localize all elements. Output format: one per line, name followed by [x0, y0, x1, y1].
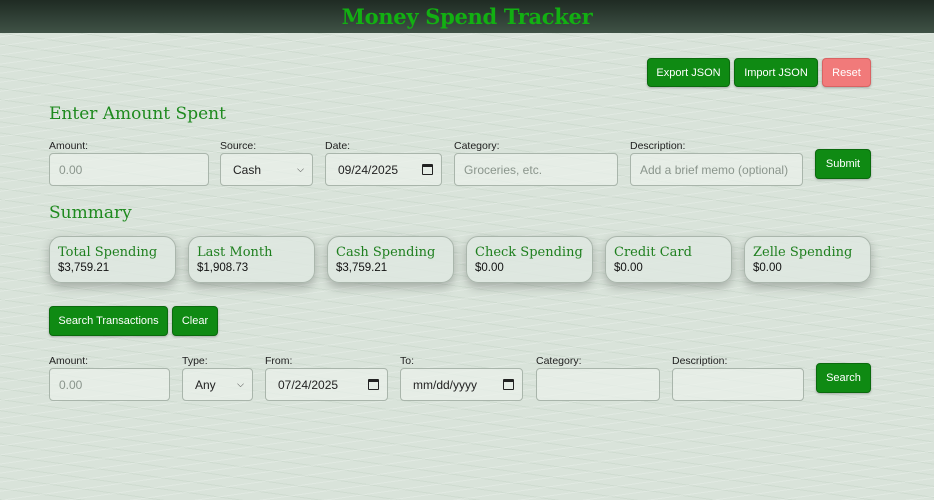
search-from-date-input[interactable]: 07/24/2025 — [265, 368, 388, 401]
summary-card-value: $1,908.73 — [197, 262, 249, 274]
app-header: Money Spend Tracker — [0, 0, 934, 33]
summary-card-title: Cash Spending — [336, 245, 436, 260]
entry-source-select[interactable]: Cash ⌵ — [220, 153, 313, 186]
clear-button[interactable]: Clear — [172, 306, 218, 336]
search-to-value: mm/dd/yyyy — [413, 377, 478, 392]
import-json-button[interactable]: Import JSON — [734, 58, 818, 87]
calendar-icon[interactable] — [368, 379, 379, 390]
search-category-input[interactable] — [536, 368, 660, 401]
search-amount-input[interactable] — [49, 368, 170, 401]
entry-source-label: Source: — [220, 140, 257, 152]
summary-card-last-month: Last Month $1,908.73 — [188, 236, 315, 283]
search-to-date-input[interactable]: mm/dd/yyyy — [400, 368, 523, 401]
search-from-label: From: — [265, 355, 293, 367]
entry-date-value: 09/24/2025 — [338, 162, 399, 177]
summary-card-title: Last Month — [197, 245, 273, 260]
search-to-label: To: — [400, 355, 415, 367]
summary-card-value: $0.00 — [614, 262, 643, 274]
summary-card-value: $0.00 — [753, 262, 782, 274]
summary-card-total-spending: Total Spending $3,759.21 — [49, 236, 176, 283]
summary-card-value: $0.00 — [475, 262, 504, 274]
summary-section-title: Summary — [49, 203, 132, 223]
entry-date-input[interactable]: 09/24/2025 — [325, 153, 442, 186]
entry-amount-label: Amount: — [49, 140, 89, 152]
reset-button[interactable]: Reset — [822, 58, 871, 87]
search-amount-label: Amount: — [49, 355, 89, 367]
search-transactions-button[interactable]: Search Transactions — [49, 306, 168, 336]
submit-button[interactable]: Submit — [815, 149, 871, 179]
summary-card-zelle-spending: Zelle Spending $0.00 — [744, 236, 871, 283]
search-type-select[interactable]: Any ⌵ — [182, 368, 253, 401]
search-type-label: Type: — [182, 355, 208, 367]
summary-card-title: Total Spending — [58, 245, 158, 260]
summary-card-value: $3,759.21 — [336, 262, 388, 274]
entry-amount-input[interactable] — [49, 153, 209, 186]
entry-description-label: Description: — [630, 140, 686, 152]
chevron-down-icon: ⌵ — [297, 164, 304, 174]
search-category-label: Category: — [536, 355, 582, 367]
summary-card-credit-card: Credit Card $0.00 — [605, 236, 732, 283]
search-type-value: Any — [195, 377, 216, 392]
summary-card-value: $3,759.21 — [58, 262, 110, 274]
entry-category-input[interactable] — [454, 153, 618, 186]
summary-card-title: Check Spending — [475, 245, 583, 260]
entry-category-label: Category: — [454, 140, 500, 152]
search-description-label: Description: — [672, 355, 728, 367]
search-from-value: 07/24/2025 — [278, 377, 339, 392]
calendar-icon[interactable] — [503, 379, 514, 390]
entry-source-value: Cash — [233, 162, 262, 177]
search-button[interactable]: Search — [816, 363, 871, 393]
summary-card-check-spending: Check Spending $0.00 — [466, 236, 593, 283]
entry-section-title: Enter Amount Spent — [49, 104, 226, 124]
search-description-input[interactable] — [672, 368, 804, 401]
export-json-button[interactable]: Export JSON — [647, 58, 730, 87]
summary-card-title: Credit Card — [614, 245, 692, 260]
summary-card-cash-spending: Cash Spending $3,759.21 — [327, 236, 454, 283]
app-title: Money Spend Tracker — [341, 4, 593, 29]
chevron-down-icon: ⌵ — [237, 379, 244, 389]
entry-date-label: Date: — [325, 140, 351, 152]
summary-card-title: Zelle Spending — [753, 245, 853, 260]
entry-description-input[interactable] — [630, 153, 803, 186]
calendar-icon[interactable] — [422, 164, 433, 175]
